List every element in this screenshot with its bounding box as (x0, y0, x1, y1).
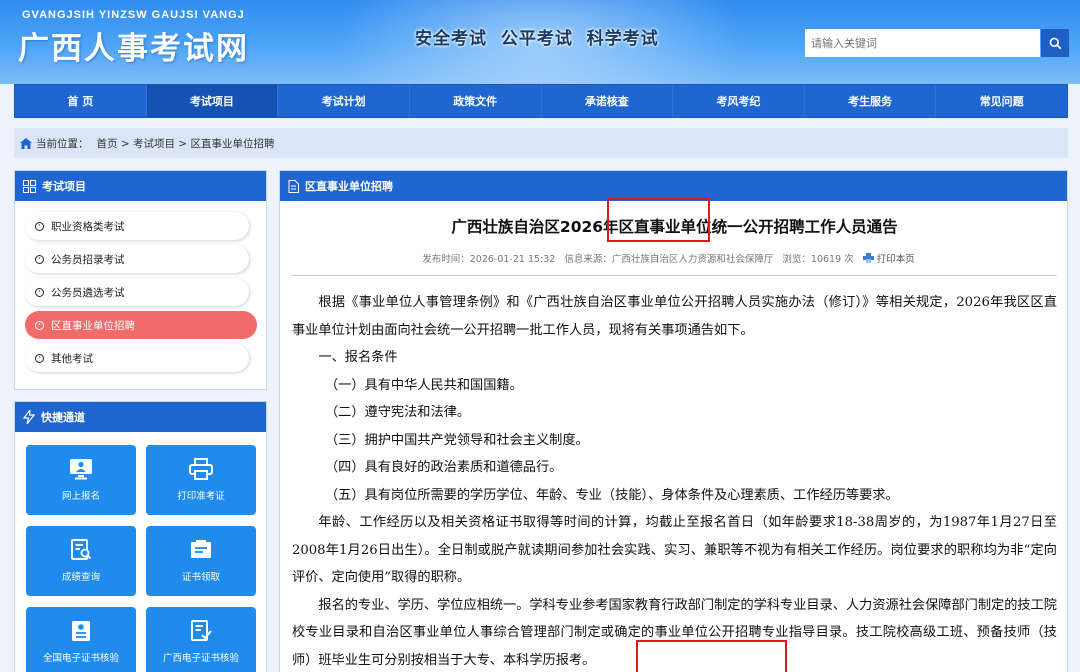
breadcrumb-label: 当前位置： (36, 137, 89, 150)
chevron-right-icon: › (35, 254, 44, 264)
article-paragraph: 年龄、工作经历以及相关资格证书取得等时间的计算，均截止至报名首日（如年龄要求18… (292, 515, 1057, 585)
site-header: GVANGJSIH YINZSW GAUJSI VANGJ 广西人事考试网 安全… (0, 0, 1080, 84)
search-input[interactable] (805, 29, 1040, 57)
tile-label: 广西电子证书核验 (162, 653, 239, 664)
sidebar-item-label: 其他考试 (51, 352, 93, 365)
nav-item-exam-projects[interactable]: 考试项目 (146, 85, 279, 117)
quick-access-title: 快捷通道 (41, 411, 85, 424)
nav-item-faq[interactable]: 常见问题 (936, 85, 1067, 117)
sidebar-item-qualification[interactable]: › 职业资格类考试 (25, 212, 249, 240)
printer-icon (189, 458, 213, 480)
sidebar-item-civil-recruit[interactable]: › 公务员招录考试 (25, 245, 249, 273)
quick-access-header: 快捷通道 (15, 402, 266, 432)
view-count: 浏览：10619 次 (782, 254, 854, 265)
article-meta: 发布时间：2026-01-21 15:32 信息来源：广西壮族自治区人力资源和社… (280, 251, 1069, 265)
main-nav: 首 页 考试项目 考试计划 政策文件 承诺核查 考风考纪 考生服务 常见问题 (14, 84, 1068, 118)
id-card-icon (72, 621, 90, 641)
lightning-icon (23, 410, 35, 424)
site-logo-en: GVANGJSIH YINZSW GAUJSI VANGJ (22, 9, 245, 21)
chevron-right-icon: › (35, 320, 44, 330)
online-registration-tile[interactable]: 网上报名 (26, 445, 136, 515)
search-icon (1049, 37, 1061, 49)
home-icon (20, 137, 32, 149)
article-paragraph: （一）具有中华人民共和国国籍。 (325, 377, 523, 393)
nav-item-commitment[interactable]: 承诺核查 (542, 85, 674, 117)
article-paragraph: 报名的专业、学历、学位应相统一。学科专业参考国家教育行政部门制定的学科专业目录、… (292, 597, 1057, 668)
article-body: 根据《事业单位人事管理条例》和《广西壮族自治区事业单位公开招聘人员实施办法（修订… (292, 289, 1057, 672)
sidebar-item-label: 区直事业单位招聘 (51, 319, 135, 332)
publish-time: 发布时间：2026-01-21 15:32 (422, 254, 556, 265)
sidebar-item-label: 职业资格类考试 (51, 220, 125, 233)
chevron-right-icon: › (35, 287, 44, 297)
article-section-title: 区直事业单位招聘 (305, 180, 393, 193)
nav-item-policy[interactable]: 政策文件 (410, 85, 542, 117)
document-search-icon (71, 539, 92, 560)
print-label: 打印本页 (876, 254, 915, 265)
tile-label: 全国电子证书核验 (42, 653, 119, 664)
article-panel: 区直事业单位招聘 广西壮族自治区2026年区直事业单位统一公开招聘工作人员通告 … (279, 170, 1068, 672)
national-cert-verify-tile[interactable]: 全国电子证书核验 (26, 607, 136, 672)
site-logo[interactable]: 广西人事考试网 (18, 23, 249, 68)
article-title: 广西壮族自治区2026年区直事业单位统一公开招聘工作人员通告 (451, 218, 898, 236)
chevron-right-icon: › (35, 353, 44, 363)
article-paragraph: 一、报名条件 (318, 350, 398, 365)
quick-access-panel: 快捷通道 网上报名 打印准考证 成绩查询 证书领取 全国电子证书核验 广西电子证… (14, 401, 267, 672)
article-paragraph: （二）遵守宪法和法律。 (325, 405, 471, 420)
exam-items-panel: 考试项目 › 职业资格类考试 › 公务员招录考试 › 公务员遴选考试 › 区直事… (14, 170, 267, 390)
certificate-icon (191, 540, 211, 558)
breadcrumb-path[interactable]: 首页 > 考试项目 > 区直事业单位招聘 (97, 136, 275, 151)
search-button[interactable] (1041, 29, 1069, 57)
certificate-collect-tile[interactable]: 证书领取 (146, 526, 256, 596)
exam-items-header: 考试项目 (15, 171, 266, 201)
guangxi-cert-verify-tile[interactable]: 广西电子证书核验 (146, 607, 256, 672)
tile-label: 网上报名 (61, 491, 100, 502)
monitor-user-icon (70, 459, 92, 480)
nav-item-discipline[interactable]: 考风考纪 (673, 85, 805, 117)
print-link[interactable]: 打印本页 (862, 253, 921, 265)
sidebar-item-institution[interactable]: › 区直事业单位招聘 (25, 311, 257, 339)
sidebar-item-civil-select[interactable]: › 公务员遴选考试 (25, 278, 249, 306)
nav-item-home[interactable]: 首 页 (15, 85, 147, 117)
article-paragraph: （三）拥护中国共产党领导和社会主义制度。 (325, 432, 589, 448)
nav-item-services[interactable]: 考生服务 (805, 85, 937, 117)
sidebar-item-label: 公务员招录考试 (51, 253, 125, 266)
article-paragraph: （四）具有良好的政治素质和道德品行。 (325, 460, 563, 475)
grid-icon (23, 179, 36, 193)
nav-item-exam-plan[interactable]: 考试计划 (278, 85, 410, 117)
score-query-tile[interactable]: 成绩查询 (26, 526, 136, 596)
tile-label: 成绩查询 (61, 572, 100, 583)
article-header: 区直事业单位招聘 (280, 171, 1067, 201)
info-source: 信息来源：广西壮族自治区人力资源和社会保障厅 (564, 254, 774, 265)
article-paragraph: （五）具有岗位所需要的学历学位、年龄、专业（技能）、身体条件及心理素质、工作经历… (325, 487, 899, 503)
article-paragraph: 根据《事业单位人事管理条例》和《广西壮族自治区事业单位公开招聘人员实施办法（修订… (292, 295, 1057, 338)
document-icon (288, 179, 299, 193)
sidebar-item-label: 公务员遴选考试 (51, 286, 125, 299)
tile-label: 证书领取 (181, 572, 220, 583)
chevron-right-icon: › (35, 221, 44, 231)
printer-icon (862, 253, 874, 263)
divider (292, 275, 1057, 276)
site-slogan: 安全考试 公平考试 科学考试 (415, 29, 659, 49)
breadcrumb: 当前位置： 首页 > 考试项目 > 区直事业单位招聘 (14, 128, 1068, 158)
tile-label: 打印准考证 (177, 491, 225, 502)
sidebar-item-other[interactable]: › 其他考试 (25, 344, 249, 372)
document-check-icon (191, 620, 212, 641)
print-admission-tile[interactable]: 打印准考证 (146, 445, 256, 515)
exam-items-title: 考试项目 (42, 180, 86, 193)
